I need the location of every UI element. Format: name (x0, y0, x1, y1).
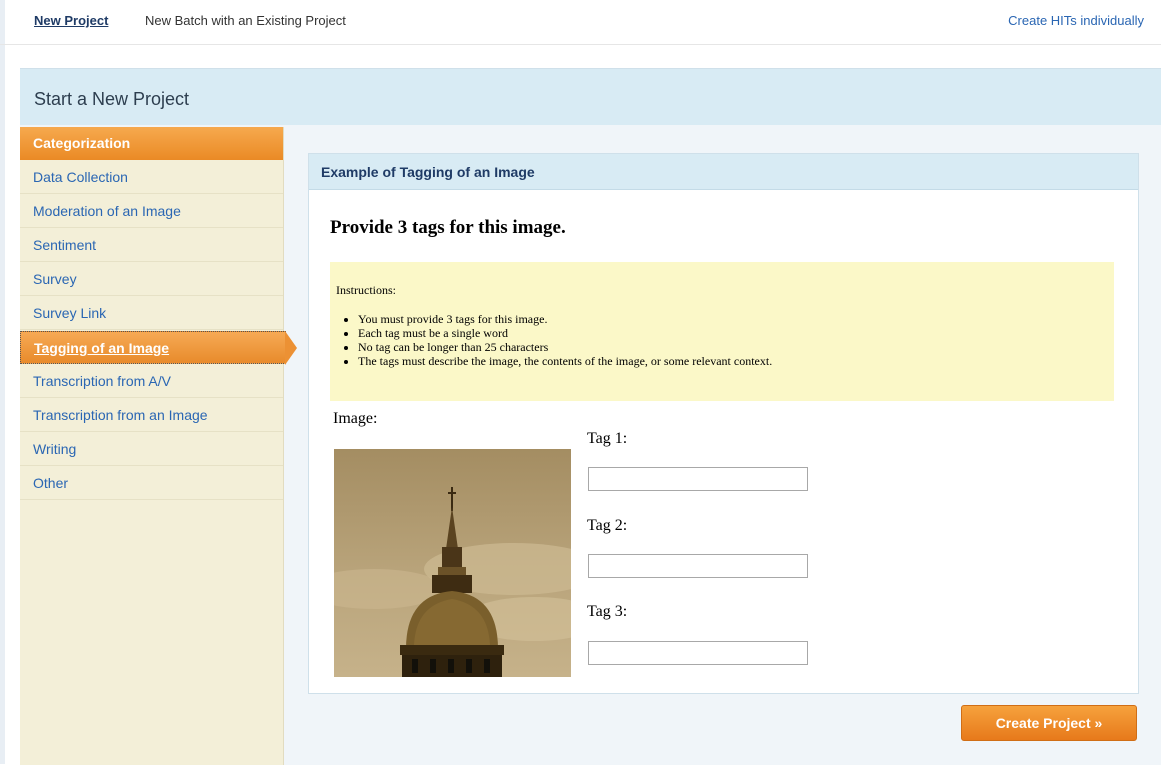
panel-header: Start a New Project (20, 69, 1161, 125)
sidebar-item-moderation-of-an-image[interactable]: Moderation of an Image (20, 195, 283, 228)
sidebar-item-label: Tagging of an Image (34, 340, 170, 356)
new-batch-link[interactable]: New Batch with an Existing Project (145, 13, 346, 28)
panel-title: Start a New Project (34, 89, 190, 109)
left-edge-bar (0, 0, 5, 764)
sidebar-item-other[interactable]: Other (20, 467, 283, 500)
question-title: Provide 3 tags for this image. (330, 217, 566, 238)
sidebar-item-label: Moderation of an Image (33, 203, 181, 219)
sidebar-item-label: Sentiment (33, 237, 97, 253)
sidebar-item-tagging-of-an-image[interactable]: Tagging of an Image (20, 331, 297, 365)
project-type-sidebar: Categorization Data Collection Moderatio… (20, 127, 297, 765)
example-header-title: Example of Tagging of an Image (321, 164, 535, 180)
tag-1-input[interactable] (588, 467, 808, 491)
instructions-box: Instructions: You must provide 3 tags fo… (330, 262, 1114, 401)
sidebar-item-transcription-from-av[interactable]: Transcription from A/V (20, 365, 283, 398)
example-header: Example of Tagging of an Image (309, 154, 1138, 190)
tag-3-label: Tag 3: (587, 603, 628, 620)
instruction-item: No tag can be longer than 25 characters (358, 340, 772, 354)
tag-1-label: Tag 1: (587, 430, 628, 447)
new-project-link[interactable]: New Project (34, 13, 108, 28)
sidebar-item-survey[interactable]: Survey (20, 263, 283, 296)
sidebar-item-label: Transcription from A/V (33, 373, 171, 389)
example-preview-box: Example of Tagging of an Image Provide 3… (308, 153, 1139, 694)
sidebar-item-writing[interactable]: Writing (20, 433, 283, 466)
tag-2-label: Tag 2: (587, 517, 628, 534)
sidebar-item-sentiment[interactable]: Sentiment (20, 229, 283, 262)
sidebar-item-label: Survey Link (33, 305, 107, 321)
create-project-button[interactable]: Create Project » (961, 705, 1137, 741)
new-project-panel: Start a New Project Categorization Data … (20, 68, 1161, 765)
sidebar-item-label: Writing (33, 441, 77, 457)
sidebar-item-data-collection[interactable]: Data Collection (20, 161, 283, 194)
tag-3-input[interactable] (588, 641, 808, 665)
sidebar-category-label: Categorization (33, 135, 131, 151)
dome-photo (334, 449, 571, 677)
instruction-item: Each tag must be a single word (358, 326, 772, 340)
sidebar-item-survey-link[interactable]: Survey Link (20, 297, 283, 330)
instruction-item: The tags must describe the image, the co… (358, 354, 772, 368)
instructions-list: You must provide 3 tags for this image. … (336, 312, 772, 368)
top-navigation: New Project New Batch with an Existing P… (0, 0, 1161, 45)
instruction-item: You must provide 3 tags for this image. (358, 312, 772, 326)
sidebar-item-label: Survey (33, 271, 77, 287)
sidebar-item-label: Other (33, 475, 69, 491)
sidebar-item-label: Transcription from an Image (33, 407, 208, 423)
sidebar-item-label: Data Collection (33, 169, 128, 185)
tag-2-input[interactable] (588, 554, 808, 578)
create-hits-individually-link[interactable]: Create HITs individually (1008, 13, 1144, 28)
sidebar-category-header: Categorization (20, 127, 283, 160)
instructions-label: Instructions: (336, 283, 396, 297)
sidebar-item-transcription-from-image[interactable]: Transcription from an Image (20, 399, 283, 432)
image-label: Image: (333, 410, 378, 427)
